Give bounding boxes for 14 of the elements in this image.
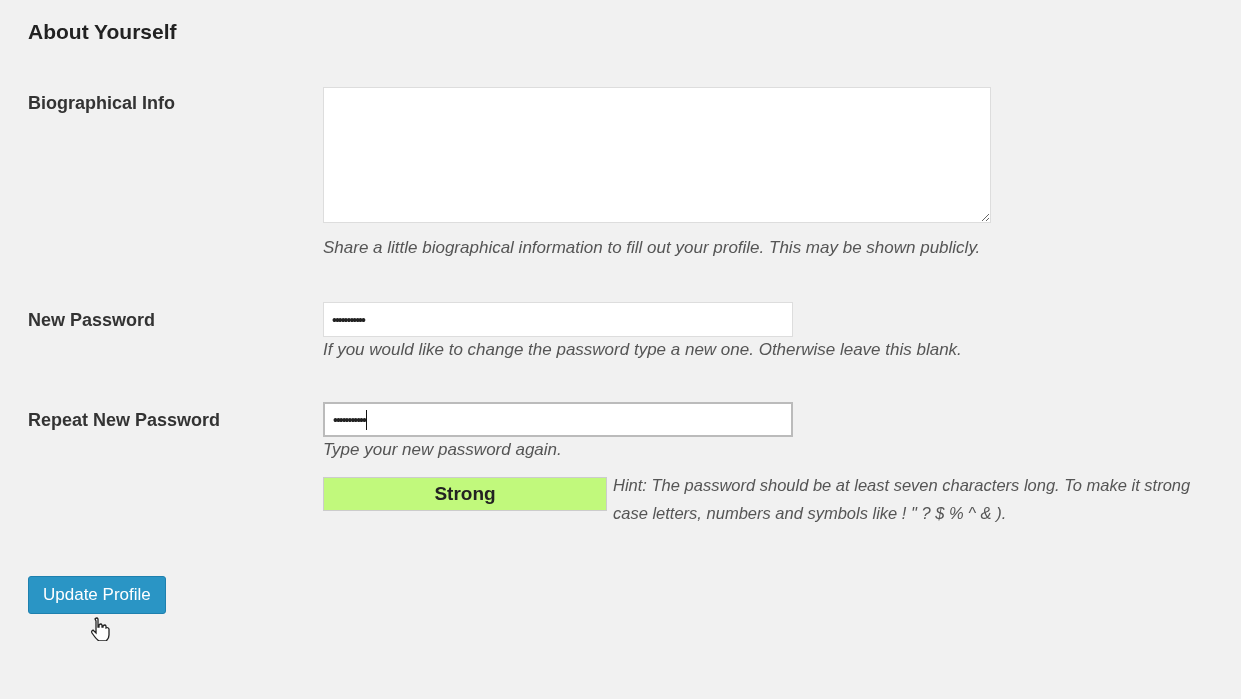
section-heading: About Yourself <box>28 20 178 44</box>
hint-text: Hint: The password should be at least seven characters long. To make it strong <box>613 475 1191 496</box>
strength-indicator: Strong <box>323 477 607 511</box>
field-description: Share a little biographical information to fill out your profile. This may be shown publicly. <box>323 238 982 258</box>
password-field[interactable]: ••••••••••• <box>323 302 793 337</box>
password-field[interactable]: ••••••••••• <box>323 402 793 437</box>
hand-cursor-icon <box>89 617 111 641</box>
field-label: New Password <box>28 309 157 332</box>
field-description: If you would like to change the password type a new one. Otherwise leave this blank. <box>323 340 962 360</box>
field-label: Biographical Info <box>28 92 176 115</box>
biography-field[interactable] <box>323 87 991 223</box>
field-label: Repeat New Password <box>28 409 222 432</box>
field-description: Type your new password again. <box>323 440 563 460</box>
hint-text: case letters, numbers and symbols like ! " ? $ % ^ & ). <box>613 503 1008 524</box>
